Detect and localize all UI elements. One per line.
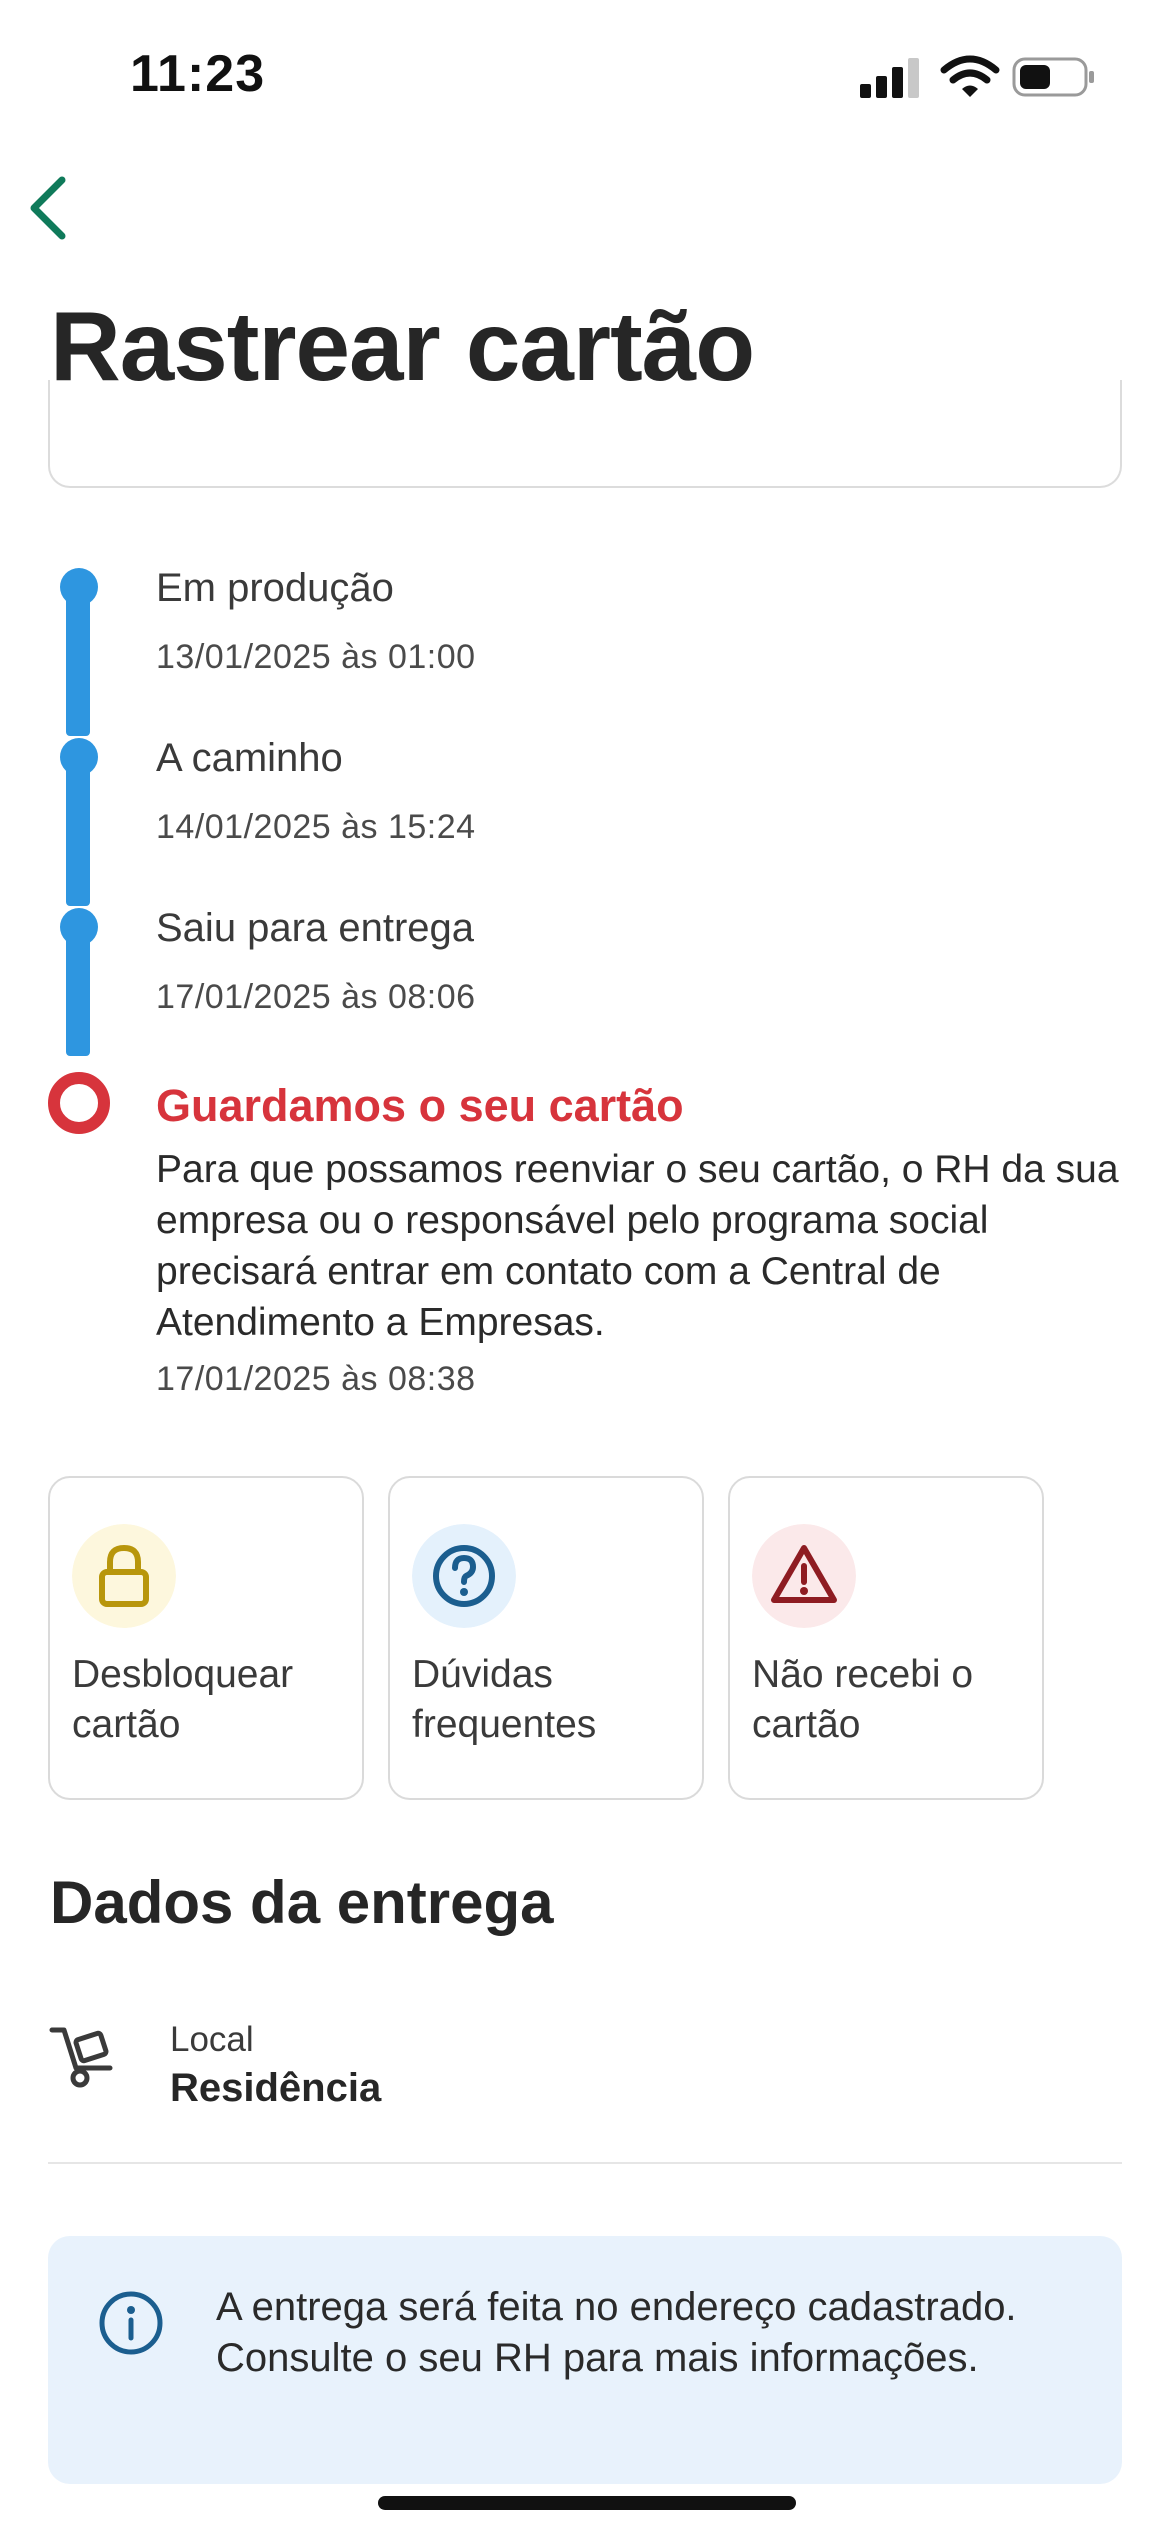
- tracking-timeline: Em produção 13/01/2025 às 01:00 A caminh…: [0, 560, 1170, 1420]
- lock-icon: [72, 1524, 176, 1628]
- unlock-card-label: Desbloquear cartão: [72, 1653, 294, 1746]
- faq-label: Dúvidas frequentes: [412, 1653, 597, 1746]
- cellular-signal-icon: [860, 58, 919, 98]
- home-indicator[interactable]: [378, 2496, 796, 2510]
- faq-button[interactable]: Dúvidas frequentes: [388, 1476, 704, 1800]
- delivery-info-text: A entrega será feita no endereço cadastr…: [216, 2285, 1017, 2380]
- status-bar: 11:23: [0, 0, 1170, 150]
- timeline-dot: [60, 738, 98, 776]
- unlock-card-button[interactable]: Desbloquear cartão: [48, 1476, 364, 1800]
- not-received-label: Não recebi o cartão: [752, 1653, 974, 1746]
- status-time: 11:23: [130, 45, 266, 103]
- not-received-button[interactable]: Não recebi o cartão: [728, 1476, 1044, 1800]
- timeline-step-date: 17/01/2025 às 08:06: [156, 978, 476, 1016]
- timeline-step-date: 14/01/2025 às 15:24: [156, 808, 476, 846]
- divider: [48, 2162, 1122, 2164]
- timeline-alert-date: 17/01/2025 às 08:38: [156, 1360, 476, 1398]
- timeline-alert-title: Guardamos o seu cartão: [156, 1080, 684, 1131]
- delivery-info-box: A entrega será feita no endereço cadastr…: [48, 2236, 1122, 2484]
- timeline-dot: [60, 568, 98, 606]
- timeline-alert-description: Para que possamos reenviar o seu cartão,…: [156, 1148, 1119, 1344]
- timeline-dot: [60, 908, 98, 946]
- timeline-step-title: Saiu para entrega: [156, 906, 475, 950]
- delivery-local-value: Residência: [170, 2066, 382, 2110]
- card-summary: [48, 380, 1122, 488]
- wifi-icon: [940, 55, 1000, 97]
- timeline-step-title: A caminho: [156, 736, 343, 780]
- timeline-connector: [66, 756, 90, 906]
- hand-truck-icon: [49, 2027, 113, 2088]
- timeline-step-title: Em produção: [156, 566, 394, 610]
- info-icon: [99, 2291, 163, 2355]
- back-button[interactable]: [22, 172, 74, 244]
- question-icon: [412, 1524, 516, 1628]
- timeline-step-date: 13/01/2025 às 01:00: [156, 638, 476, 676]
- battery-icon: [1012, 57, 1094, 97]
- warning-icon: [752, 1524, 856, 1628]
- timeline-alert-dot: [48, 1072, 110, 1134]
- delivery-local-label: Local: [170, 2020, 254, 2059]
- timeline-connector: [66, 586, 90, 736]
- delivery-section-title: Dados da entrega: [50, 1869, 554, 1936]
